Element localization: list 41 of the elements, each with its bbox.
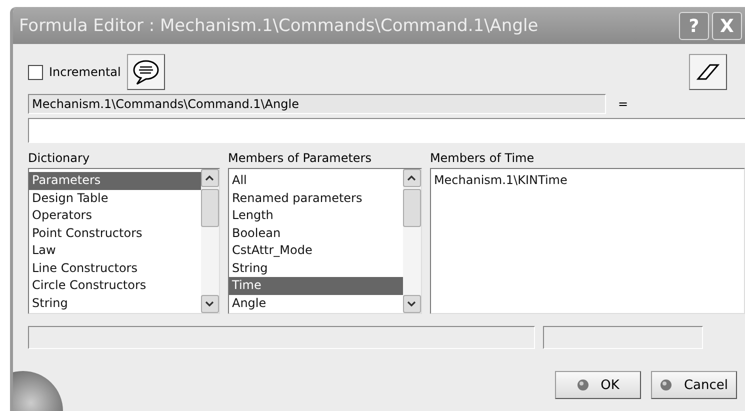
speech-bubble-button[interactable]: [126, 54, 165, 90]
scroll-down-icon[interactable]: [402, 295, 421, 313]
scrollbar[interactable]: [200, 169, 219, 313]
sphere-icon: [576, 379, 589, 391]
scroll-thumb[interactable]: [402, 189, 421, 227]
list-item[interactable]: All: [228, 172, 403, 190]
cancel-button[interactable]: Cancel: [651, 371, 737, 399]
formula-input-field[interactable]: [28, 118, 745, 143]
scrollbar[interactable]: [402, 169, 421, 313]
list-item[interactable]: Operators: [29, 207, 201, 224]
list-item[interactable]: Renamed parameters: [228, 190, 403, 207]
list-item[interactable]: CstAttr_Mode: [228, 242, 403, 260]
incremental-checkbox[interactable]: [28, 64, 43, 80]
scroll-up-icon[interactable]: [402, 169, 421, 187]
speech-bubble-icon: [132, 59, 160, 85]
list-title: Dictionary: [28, 151, 91, 165]
list-item[interactable]: Angle: [228, 294, 403, 312]
sphere-icon: [660, 379, 672, 391]
scroll-up-icon[interactable]: [200, 169, 219, 187]
list-item[interactable]: Parameters: [29, 172, 201, 190]
list-item[interactable]: Time: [228, 277, 403, 294]
list-item[interactable]: Circle Constructors: [29, 277, 201, 294]
list-item[interactable]: Law: [29, 242, 201, 260]
equals-sign: =: [618, 97, 628, 111]
list-item[interactable]: Boolean: [228, 224, 403, 242]
scroll-down-icon[interactable]: [200, 295, 219, 313]
list-item[interactable]: String: [228, 260, 403, 277]
list-item[interactable]: Length: [228, 207, 403, 224]
list-item[interactable]: String: [29, 294, 201, 312]
ok-button[interactable]: OK: [555, 371, 641, 399]
list-item[interactable]: Point Constructors: [29, 224, 201, 242]
list-title: Members of Time: [430, 151, 536, 165]
formula-name-field: Mechanism.1\Commands\Command.1\Angle: [28, 94, 606, 114]
list-item[interactable]: Mechanism.1\KINTime: [430, 172, 744, 190]
list-item[interactable]: Line Constructors: [29, 260, 201, 277]
list-title: Members of Parameters: [228, 151, 372, 165]
window-title: Formula Editor : Mechanism.1\Commands\Command.1\Angle: [19, 16, 540, 36]
checkbox-label: Incremental: [49, 65, 121, 79]
scroll-thumb[interactable]: [200, 189, 219, 227]
list-item[interactable]: Design Table: [29, 190, 201, 207]
eraser-button[interactable]: [689, 54, 727, 90]
